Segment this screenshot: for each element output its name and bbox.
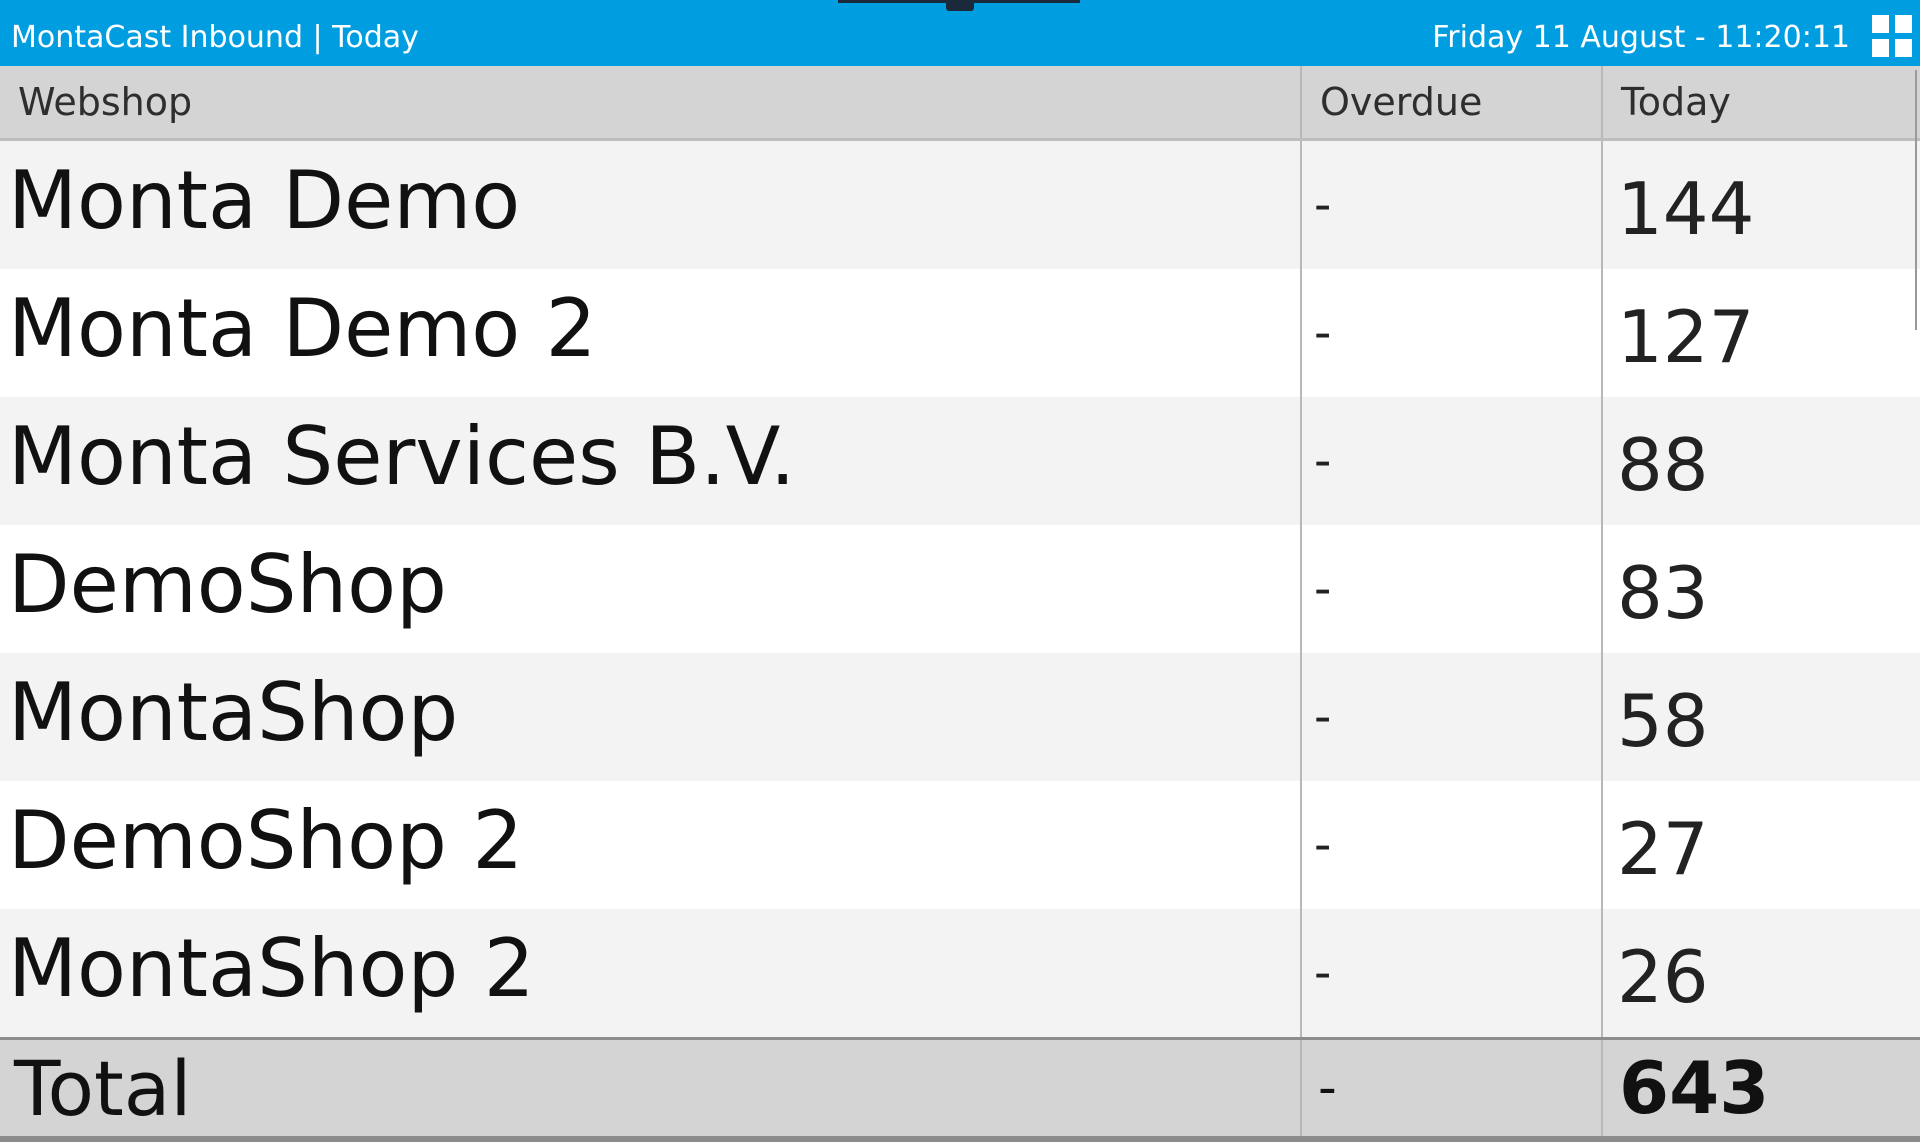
webshop-cell: MontaShop 2	[0, 909, 1301, 1039]
overdue-cell: -	[1300, 139, 1602, 269]
webshop-cell: DemoShop 2	[0, 781, 1301, 909]
webshop-cell: Monta Services B.V.	[0, 397, 1301, 525]
grid-cell-icon	[1895, 15, 1912, 33]
webshop-cell: Monta Demo	[0, 139, 1301, 269]
grid-menu-icon[interactable]	[1872, 15, 1912, 57]
webshop-cell: DemoShop	[0, 525, 1301, 653]
overdue-cell: -	[1300, 397, 1602, 525]
window-drag-knob[interactable]	[946, 0, 974, 11]
today-cell: 83	[1601, 525, 1920, 653]
webshop-table: Webshop Overdue Today Monta Demo - 144 M…	[0, 66, 1920, 1142]
overdue-cell: -	[1300, 525, 1602, 653]
column-header-today: Today	[1601, 66, 1920, 141]
grid-cell-icon	[1895, 39, 1912, 57]
table-header-row: Webshop Overdue Today	[0, 66, 1920, 141]
grid-cell-icon	[1872, 39, 1889, 57]
webshop-cell: Monta Demo 2	[0, 269, 1301, 397]
today-cell: 144	[1601, 139, 1920, 269]
table-row: MontaShop 2 - 26	[0, 909, 1920, 1039]
table-row: DemoShop 2 - 27	[0, 781, 1920, 909]
page-title: MontaCast Inbound | Today	[11, 20, 419, 55]
overdue-cell: -	[1300, 653, 1602, 781]
total-overdue: -	[1300, 1037, 1602, 1142]
table-row: Monta Demo 2 - 127	[0, 269, 1920, 397]
table-row: DemoShop - 83	[0, 525, 1920, 653]
today-cell: 26	[1601, 909, 1920, 1039]
column-header-webshop: Webshop	[0, 66, 1301, 141]
table-row: Monta Services B.V. - 88	[0, 397, 1920, 525]
table-row: MontaShop - 58	[0, 653, 1920, 781]
today-cell: 58	[1601, 653, 1920, 781]
today-cell: 88	[1601, 397, 1920, 525]
today-cell: 127	[1601, 269, 1920, 397]
overdue-cell: -	[1300, 781, 1602, 909]
overdue-cell: -	[1300, 909, 1602, 1039]
total-today: 643	[1601, 1037, 1920, 1142]
top-bar: MontaCast Inbound | Today Friday 11 Augu…	[0, 0, 1920, 66]
total-label: Total	[0, 1037, 1301, 1142]
webshop-cell: MontaShop	[0, 653, 1301, 781]
total-row: Total - 643	[0, 1037, 1920, 1142]
grid-cell-icon	[1872, 15, 1889, 33]
date-time: Friday 11 August - 11:20:11	[1432, 20, 1850, 55]
column-header-overdue: Overdue	[1300, 66, 1602, 141]
overdue-cell: -	[1300, 269, 1602, 397]
scrollbar[interactable]	[1915, 70, 1917, 330]
table-row: Monta Demo - 144	[0, 139, 1920, 269]
today-cell: 27	[1601, 781, 1920, 909]
